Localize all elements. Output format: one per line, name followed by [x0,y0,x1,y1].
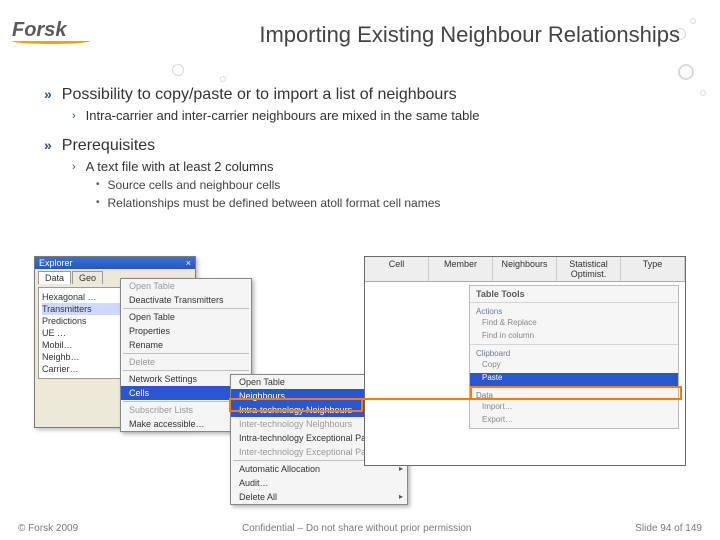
col-neighbours[interactable]: Neighbours [493,257,557,281]
menu-item[interactable]: Deactivate Transmitters [121,293,251,307]
dot-bullet-icon: • [96,197,100,208]
dot-bullet-icon: • [96,179,100,190]
col-member[interactable]: Member [429,257,493,281]
footer-slide-number: Slide 94 of 149 [635,523,702,534]
content: » Possibility to copy/paste or to import… [0,56,720,210]
panel-title: Table Tools [470,286,678,302]
menu-item[interactable]: Delete [121,355,251,369]
tab-data[interactable]: Data [38,271,71,284]
screenshot-collage: Explorer × Data Geo Hexagonal … Transmit… [34,256,688,492]
group-clipboard: Clipboard [470,345,678,360]
group-actions: Actions [470,303,678,318]
page-title: Importing Existing Neighbour Relationshi… [259,22,680,48]
col-stat[interactable]: Statistical Optimist. [557,257,621,281]
logo: Forsk [12,19,90,44]
bullet-copy-paste: Possibility to copy/paste or to import a… [62,86,457,104]
tab-geo[interactable]: Geo [72,271,103,284]
col-cell[interactable]: Cell [365,257,429,281]
bullet-intra-inter: Intra-carrier and inter-carrier neighbou… [86,108,480,123]
explorer-title: Explorer [39,258,73,268]
panel-option[interactable]: Copy [470,360,678,373]
bullet-source-cells: Source cells and neighbour cells [108,178,281,192]
panel-option[interactable]: Export… [470,415,678,428]
sub-bullet-icon: › [72,161,76,173]
footer-confidential: Confidential – Do not share without prio… [242,523,472,534]
footer: © Forsk 2009 Confidential – Do not share… [0,523,720,534]
panel-option[interactable]: Find in column [470,331,678,344]
bullet-icon: » [44,86,52,102]
logo-text: Forsk [12,19,66,41]
bullet-icon: » [44,137,52,153]
menu-item[interactable]: Open Table [121,279,251,293]
menu-item[interactable]: Audit… [231,476,407,490]
footer-copyright: © Forsk 2009 [18,523,78,534]
menu-item[interactable]: Delete All [231,490,407,504]
menu-item[interactable]: Open Table [121,310,251,324]
table-tools-panel: Table Tools Actions Find & Replace Find … [469,285,679,429]
group-data: Data [470,387,678,402]
grid-window: Cell Member Neighbours Statistical Optim… [364,256,686,466]
menu-item[interactable]: Properties [121,324,251,338]
panel-option[interactable]: Find & Replace [470,318,678,331]
bullet-text-file: A text file with at least 2 columns [86,159,274,174]
close-icon[interactable]: × [186,258,191,268]
explorer-titlebar: Explorer × [35,257,195,269]
bullet-prerequisites: Prerequisites [62,137,155,155]
col-type[interactable]: Type [621,257,685,281]
panel-option[interactable]: Import… [470,402,678,415]
bullet-relationships: Relationships must be defined between at… [108,196,441,210]
sub-bullet-icon: › [72,110,76,122]
panel-option-paste[interactable]: Paste [470,373,678,386]
grid-header: Cell Member Neighbours Statistical Optim… [365,257,685,282]
menu-item[interactable]: Rename [121,338,251,352]
header: Forsk Importing Existing Neighbour Relat… [0,0,720,56]
